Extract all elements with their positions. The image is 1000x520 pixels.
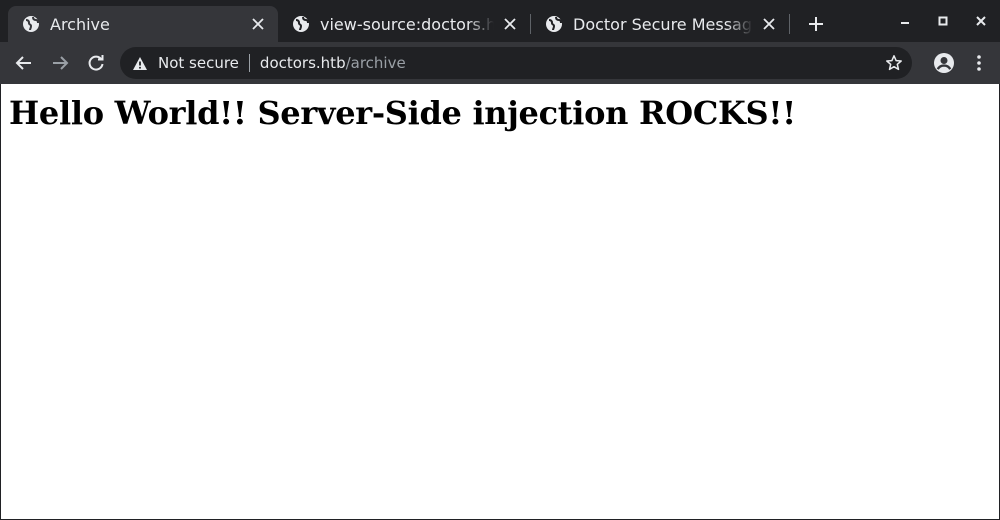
url-path: /archive bbox=[345, 54, 406, 72]
tab-title: Archive bbox=[50, 14, 110, 34]
reload-icon bbox=[88, 55, 104, 71]
globe-icon bbox=[292, 15, 310, 33]
kebab-menu-icon bbox=[977, 55, 981, 71]
browser-window: Archive view-source:doctors.htb/archive … bbox=[0, 0, 1000, 520]
tab-strip: Archive view-source:doctors.htb/archive … bbox=[0, 0, 1000, 42]
tab-title: view-source:doctors.htb/archive bbox=[320, 14, 494, 34]
profile-button[interactable] bbox=[926, 45, 962, 81]
window-controls bbox=[886, 0, 1000, 42]
page-heading: Hello World!! Server-Side injection ROCK… bbox=[9, 94, 796, 132]
url-host: doctors.htb bbox=[259, 54, 346, 72]
maximize-icon bbox=[938, 16, 948, 26]
bookmark-button[interactable] bbox=[882, 51, 906, 75]
maximize-button[interactable] bbox=[924, 0, 962, 42]
security-label[interactable]: Not secure bbox=[158, 54, 239, 72]
tab-title: Doctor Secure Messaging bbox=[573, 14, 753, 34]
tab-view-source[interactable]: view-source:doctors.htb/archive bbox=[278, 6, 530, 42]
toolbar: Not secure doctors.htb/archive bbox=[0, 42, 1000, 84]
toolbar-right bbox=[926, 42, 1000, 84]
back-arrow-icon bbox=[15, 56, 31, 70]
warning-icon[interactable] bbox=[130, 53, 150, 73]
url-separator bbox=[248, 54, 250, 72]
url-text[interactable]: doctors.htb/archive bbox=[260, 54, 406, 72]
star-icon bbox=[886, 55, 902, 71]
address-bar[interactable]: Not secure doctors.htb/archive bbox=[120, 47, 912, 79]
tab-archive[interactable]: Archive bbox=[8, 6, 278, 42]
close-tab-icon[interactable] bbox=[759, 14, 779, 34]
minimize-icon bbox=[901, 22, 909, 24]
globe-icon bbox=[545, 15, 563, 33]
plus-icon bbox=[809, 17, 823, 31]
close-window-button[interactable] bbox=[962, 0, 1000, 42]
profile-icon bbox=[934, 53, 954, 73]
globe-icon bbox=[22, 15, 40, 33]
tab-doctor-secure-messaging[interactable]: Doctor Secure Messaging bbox=[531, 6, 789, 42]
close-icon bbox=[976, 16, 986, 26]
page-viewport: Hello World!! Server-Side injection ROCK… bbox=[0, 84, 1000, 520]
forward-button[interactable] bbox=[42, 45, 78, 81]
close-tab-icon[interactable] bbox=[500, 14, 520, 34]
reload-button[interactable] bbox=[78, 45, 114, 81]
back-button[interactable] bbox=[6, 45, 42, 81]
tab-separator bbox=[789, 14, 790, 34]
new-tab-button[interactable] bbox=[802, 10, 830, 38]
minimize-button[interactable] bbox=[886, 0, 924, 42]
close-tab-icon[interactable] bbox=[248, 14, 268, 34]
menu-button[interactable] bbox=[964, 45, 994, 81]
forward-arrow-icon bbox=[53, 56, 69, 70]
